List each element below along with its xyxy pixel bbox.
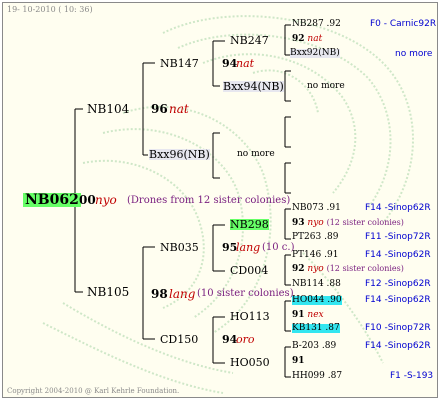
- root-label: nyo: [95, 193, 117, 207]
- node-nb105[interactable]: NB105: [87, 286, 129, 298]
- root-note: (Drones from 12 sister colonies): [127, 195, 291, 206]
- g4-val: .91: [326, 203, 341, 213]
- g4-score: 92: [292, 264, 305, 274]
- g4-name[interactable]: B-203: [292, 341, 319, 351]
- node-bxx96-nomore: no more: [237, 149, 275, 159]
- g4-label: nyo: [307, 218, 324, 228]
- node-nb105-note: (10 sister colonies): [197, 288, 294, 299]
- node-ho113[interactable]: HO113: [230, 311, 270, 322]
- g4-right: F10 -Sinop72R: [365, 323, 431, 333]
- node-bxx94-nomore: no more: [307, 81, 345, 91]
- g4-right: F14 -Sinop62R: [365, 250, 431, 260]
- g4-val: .91: [324, 250, 339, 260]
- g4-score: 93: [292, 218, 305, 228]
- g4-name[interactable]: PT263: [292, 232, 321, 242]
- node-ho050[interactable]: HO050: [230, 357, 270, 368]
- g4-val: .90: [327, 295, 342, 305]
- g4-val: .89: [321, 341, 337, 351]
- g4-name[interactable]: NB287: [292, 19, 324, 29]
- g4-label: nyo: [307, 264, 324, 274]
- node-nb035-note: (10 c.): [262, 242, 295, 253]
- g4-val: .89: [324, 232, 339, 242]
- g4-note: (12 sister colonies): [326, 264, 404, 273]
- node-nb105-score: 98: [151, 287, 168, 301]
- g4-right: F14 -Sinop62R: [365, 203, 431, 213]
- g4-right: F12 -Sinop62R: [365, 279, 431, 289]
- node-nb247-parent-label: nat: [236, 57, 255, 70]
- root-node[interactable]: NB062: [23, 193, 81, 207]
- g4-val: .92: [326, 19, 341, 29]
- g4-val: .87: [325, 323, 340, 333]
- node-cd004[interactable]: CD004: [230, 265, 268, 276]
- g4-name[interactable]: PT146: [292, 250, 321, 260]
- g4-val: .87: [327, 371, 343, 381]
- g4-right: F0 - Carnic92R: [370, 19, 437, 29]
- g4-name[interactable]: NB114: [292, 279, 324, 289]
- node-nb035-label: lang: [236, 241, 261, 254]
- node-nb247[interactable]: NB247: [230, 35, 269, 46]
- g4-right: F1 -S-193: [390, 371, 434, 381]
- node-nb147-score: 96: [151, 102, 168, 116]
- node-nb298[interactable]: NB298: [230, 219, 269, 230]
- node-cd150-label: oro: [236, 333, 255, 346]
- node-bxx96[interactable]: Bxx96(NB): [149, 149, 210, 160]
- node-nb147-label: nat: [169, 102, 189, 116]
- node-nb035[interactable]: NB035: [160, 242, 199, 253]
- g4-score: 91: [292, 356, 305, 366]
- root-score: 00: [79, 193, 96, 207]
- g4-right: F11 -Sinop72R: [365, 232, 431, 242]
- g4-name[interactable]: Bxx92(NB): [290, 49, 340, 58]
- g4-score: 91: [292, 310, 305, 320]
- g4-val: .88: [326, 279, 341, 289]
- node-nb147[interactable]: NB147: [160, 58, 199, 69]
- g4-right: F14 -Sinop62R: [365, 341, 431, 351]
- g4-right: F14 -Sinop62R: [365, 295, 431, 305]
- g4-note: (12 sister colonies): [326, 218, 404, 227]
- g4-label: nex: [307, 310, 324, 320]
- node-nb105-label: lang: [169, 287, 196, 301]
- g4-score: 92: [292, 34, 305, 44]
- copyright: Copyright 2004-2010 @ Karl Kehrle Founda…: [7, 387, 180, 395]
- g4-name[interactable]: KB131: [292, 323, 323, 333]
- node-nb104[interactable]: NB104: [87, 103, 129, 115]
- g4-name[interactable]: HO044: [292, 295, 324, 305]
- node-bxx94[interactable]: Bxx94(NB): [223, 81, 284, 92]
- node-cd150[interactable]: CD150: [160, 334, 198, 345]
- pedigree-frame: 19- 10-2010 ( 10: 36) NB062 00 nyo (Dron…: [2, 2, 438, 398]
- g4-label: nat: [307, 34, 323, 44]
- g4-right: no more: [395, 49, 433, 59]
- g4-name[interactable]: NB073: [292, 203, 324, 213]
- g4-name[interactable]: HH099: [292, 371, 325, 381]
